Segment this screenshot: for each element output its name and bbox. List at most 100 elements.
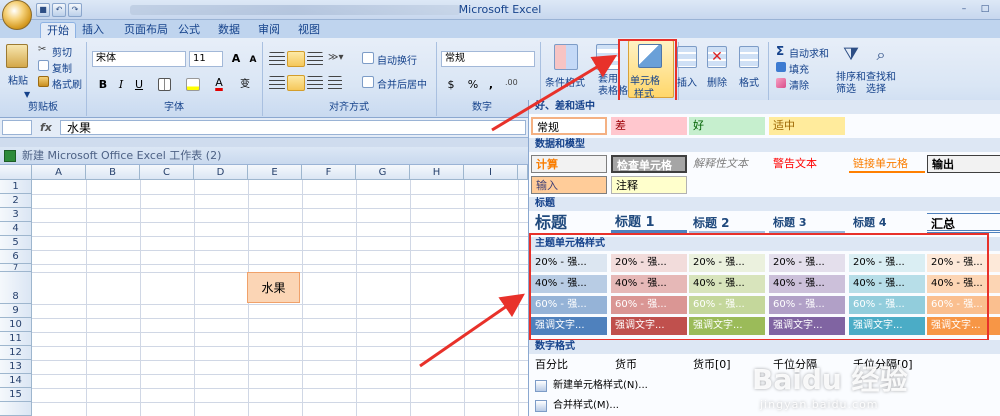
tab-formulas[interactable]: 公式: [176, 22, 202, 38]
paste-button[interactable]: 粘贴: [8, 72, 28, 87]
decimal-icon[interactable]: .00: [505, 78, 529, 90]
row-header[interactable]: 3: [0, 208, 32, 222]
autosum-icon[interactable]: Σ: [776, 44, 784, 58]
format-as-table-icon[interactable]: [596, 44, 620, 70]
style-warning[interactable]: 警告文本: [769, 155, 845, 173]
cut-button[interactable]: 剪切: [52, 44, 72, 59]
italic-button[interactable]: I: [112, 76, 130, 92]
style-title[interactable]: 标题: [531, 213, 607, 233]
tab-home[interactable]: 开始: [40, 22, 76, 38]
row-header[interactable]: 1: [0, 180, 32, 194]
align-middle-icon[interactable]: [287, 51, 305, 67]
style-check-cell[interactable]: 检查单元格: [611, 155, 687, 173]
office-button[interactable]: [2, 0, 32, 30]
row-header[interactable]: 4: [0, 222, 32, 236]
style-output[interactable]: 输出: [927, 155, 1000, 173]
format-painter-button[interactable]: 格式刷: [52, 76, 82, 91]
style-calculation[interactable]: 计算: [531, 155, 607, 173]
tab-page-layout[interactable]: 页面布局: [118, 22, 174, 38]
conditional-format-icon[interactable]: [554, 44, 578, 70]
percent-button[interactable]: %: [464, 76, 482, 92]
column-header[interactable]: F: [302, 165, 356, 180]
align-center-icon[interactable]: [287, 75, 305, 91]
column-header[interactable]: C: [140, 165, 194, 180]
wrap-text-button[interactable]: 自动换行: [377, 52, 417, 67]
copy-button[interactable]: 复制: [52, 60, 72, 75]
fx-icon[interactable]: fx: [40, 121, 52, 134]
style-bad[interactable]: 差: [611, 117, 687, 135]
binoculars-icon[interactable]: ⌕: [870, 44, 892, 68]
minimize-icon[interactable]: –: [955, 3, 973, 15]
fill-color-icon[interactable]: [186, 78, 200, 91]
style-linked-cell[interactable]: 链接单元格: [849, 155, 925, 173]
font-color-button[interactable]: A: [210, 74, 228, 90]
insert-cells-button[interactable]: 插入: [677, 74, 697, 89]
wrap-text-icon[interactable]: [362, 52, 374, 64]
style-total[interactable]: 汇总: [927, 213, 1000, 233]
paste-icon[interactable]: [6, 44, 28, 68]
merge-center-button[interactable]: 合并后居中: [377, 76, 427, 91]
insert-cells-icon[interactable]: [677, 46, 697, 68]
borders-icon[interactable]: [158, 78, 171, 91]
clear-button[interactable]: 清除: [789, 77, 809, 92]
row-header[interactable]: 5: [0, 236, 32, 250]
shrink-font-button[interactable]: A: [244, 51, 262, 67]
align-top-icon[interactable]: [269, 52, 285, 66]
row-header[interactable]: 11: [0, 332, 32, 346]
paste-dropdown-icon[interactable]: ▼: [24, 90, 30, 99]
delete-cells-button[interactable]: 删除: [707, 74, 727, 89]
autosum-button[interactable]: 自动求和: [789, 45, 829, 60]
number-format-field[interactable]: 常规: [441, 51, 535, 67]
grow-font-button[interactable]: A: [227, 50, 245, 66]
style-explanatory[interactable]: 解释性文本: [689, 155, 765, 173]
currency-button[interactable]: $: [442, 76, 460, 92]
delete-cells-icon[interactable]: ✕: [707, 46, 727, 68]
column-header[interactable]: E: [248, 165, 302, 180]
style-good[interactable]: 好: [689, 117, 765, 135]
style-input[interactable]: 输入: [531, 176, 607, 194]
row-header[interactable]: [0, 402, 32, 416]
column-header[interactable]: D: [194, 165, 248, 180]
font-name-field[interactable]: 宋体: [92, 51, 186, 67]
style-normal[interactable]: 常规: [531, 117, 607, 135]
sort-filter-button[interactable]: 排序和 筛选: [836, 72, 866, 96]
sort-filter-icon[interactable]: ⧩: [840, 44, 862, 68]
tab-insert[interactable]: 插入: [80, 22, 106, 38]
row-header[interactable]: 13: [0, 360, 32, 374]
copy-icon[interactable]: [38, 60, 49, 71]
align-bottom-icon[interactable]: [307, 52, 323, 66]
column-header[interactable]: B: [86, 165, 140, 180]
select-all-corner[interactable]: [0, 165, 32, 180]
row-header[interactable]: 12: [0, 346, 32, 360]
row-header[interactable]: 6: [0, 250, 32, 264]
format-painter-icon[interactable]: [38, 76, 49, 87]
tab-review[interactable]: 审阅: [256, 22, 282, 38]
style-heading-4[interactable]: 标题 4: [849, 213, 925, 233]
row-header[interactable]: 15: [0, 388, 32, 402]
row-header[interactable]: 14: [0, 374, 32, 388]
align-left-icon[interactable]: [269, 76, 285, 90]
row-header[interactable]: 10: [0, 318, 32, 332]
format-cells-button[interactable]: 格式: [739, 74, 759, 89]
merge-center-icon[interactable]: [362, 76, 374, 88]
fill-button[interactable]: 填充: [789, 61, 809, 76]
style-heading-3[interactable]: 标题 3: [769, 213, 845, 233]
style-currency[interactable]: 货币: [611, 356, 687, 374]
row-header[interactable]: 7: [0, 264, 32, 272]
underline-button[interactable]: U: [130, 76, 148, 92]
cell-e8[interactable]: 水果: [247, 272, 300, 303]
find-select-button[interactable]: 查找和 选择: [866, 72, 896, 96]
change-case-button[interactable]: 变: [236, 76, 254, 92]
conditional-format-button[interactable]: 条件格式: [545, 74, 585, 89]
row-header[interactable]: 2: [0, 194, 32, 208]
style-percent[interactable]: 百分比: [531, 356, 607, 374]
row-header[interactable]: 8: [0, 272, 32, 304]
style-heading-1[interactable]: 标题 1: [611, 213, 687, 233]
clear-icon[interactable]: [776, 78, 786, 88]
column-header[interactable]: I: [464, 165, 518, 180]
style-note[interactable]: 注释: [611, 176, 687, 194]
format-cells-icon[interactable]: [739, 46, 759, 68]
font-size-field[interactable]: 11: [189, 51, 223, 67]
orientation-icon[interactable]: ≫▾: [328, 52, 346, 66]
column-header[interactable]: H: [410, 165, 464, 180]
